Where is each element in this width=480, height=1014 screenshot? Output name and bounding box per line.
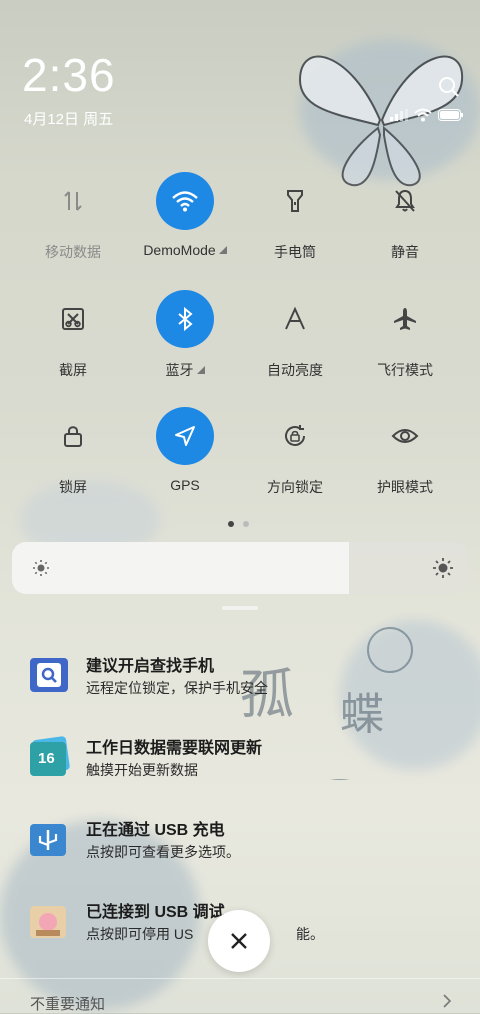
- notification-title: 已连接到 USB 调试: [86, 904, 225, 921]
- tile-lock[interactable]: 锁屏: [18, 407, 128, 497]
- page-dot-active: [228, 521, 234, 527]
- mobile-data-icon: [44, 172, 102, 230]
- status-icons: [390, 108, 464, 122]
- auto-brightness-icon: [266, 290, 324, 348]
- tile-label: 锁屏: [18, 477, 128, 497]
- tile-label-text: DemoMode: [143, 242, 216, 258]
- notification-item[interactable]: 建议开启查找手机远程定位锁定，保护手机安全: [28, 652, 448, 712]
- tile-label-text: 锁屏: [59, 479, 87, 495]
- lock-icon: [44, 407, 102, 465]
- notification-title: 正在通过 USB 充电: [86, 822, 225, 839]
- tile-label-text: 自动亮度: [267, 362, 323, 378]
- page-indicator: [228, 521, 249, 527]
- tile-label: 飞行模式: [350, 360, 460, 380]
- tile-airplane[interactable]: 飞行模式: [350, 290, 460, 380]
- chevron-right-icon: [443, 994, 452, 1008]
- tile-label: 护眼模式: [350, 477, 460, 497]
- brightness-fill: [12, 542, 350, 594]
- signal-icon: [390, 109, 408, 121]
- tile-eye[interactable]: 护眼模式: [350, 407, 460, 497]
- calendar-day-badge: 16: [38, 750, 55, 767]
- gps-icon: [156, 407, 214, 465]
- expand-triangle-icon: [196, 366, 205, 374]
- page-dot: [243, 521, 249, 527]
- notification-body: 点按即可查看更多选项。: [86, 844, 240, 860]
- search-icon: [439, 77, 459, 97]
- notification-body: 远程定位锁定，保护手机安全: [86, 680, 268, 696]
- clock-time: 2:36: [22, 49, 116, 101]
- clear-all-button[interactable]: [208, 910, 270, 972]
- tile-label: 自动亮度: [240, 360, 350, 380]
- drag-handle[interactable]: [222, 606, 258, 610]
- tile-screenshot[interactable]: 截屏: [18, 290, 128, 380]
- wifi-icon: [156, 172, 214, 230]
- unimportant-notifications-label: 不重要通知: [30, 996, 106, 1013]
- tile-label: 移动数据: [18, 242, 128, 262]
- notification-item[interactable]: 16 工作日数据需要联网更新 触摸开始更新数据: [28, 734, 448, 794]
- notification-title: 工作日数据需要联网更新: [86, 740, 263, 757]
- android-app-icon: [28, 900, 72, 942]
- tile-rotation-lock[interactable]: 方向锁定: [240, 407, 350, 497]
- clock-date: 4月12日 周五: [24, 111, 114, 128]
- tile-label-text: 静音: [391, 244, 419, 260]
- close-icon: [231, 933, 247, 949]
- screenshot-icon: [44, 290, 102, 348]
- tile-label: 静音: [350, 242, 460, 262]
- expand-triangle-icon: [218, 246, 227, 254]
- battery-icon: [438, 109, 463, 121]
- tile-label-text: GPS: [170, 477, 200, 493]
- tile-gps[interactable]: GPS: [130, 407, 240, 493]
- tile-label: 方向锁定: [240, 477, 350, 497]
- rotation-lock-icon: [266, 407, 324, 465]
- tile-label-text: 方向锁定: [267, 479, 323, 495]
- tile-label-text: 蓝牙: [165, 362, 194, 378]
- tile-label: DemoMode: [130, 242, 240, 258]
- tile-mobile-data[interactable]: 移动数据: [18, 172, 128, 262]
- brightness-high-icon: [433, 558, 453, 578]
- unimportant-notifications-row[interactable]: 不重要通知: [0, 978, 480, 1014]
- find-phone-app-icon: [28, 654, 72, 696]
- notification-body: 点按即可停用 US: [86, 926, 194, 942]
- flashlight-icon: [266, 172, 324, 230]
- airplane-icon: [376, 290, 434, 348]
- brightness-low-icon: [33, 560, 49, 576]
- notification-body-tail: 能。: [296, 926, 324, 942]
- tile-label: 截屏: [18, 360, 128, 380]
- notification-title: 建议开启查找手机: [86, 658, 215, 675]
- usb-app-icon: [28, 818, 72, 860]
- notification-item[interactable]: 正在通过 USB 充电 点按即可查看更多选项。: [28, 816, 448, 876]
- bluetooth-icon: [156, 290, 214, 348]
- brightness-slider[interactable]: [12, 542, 468, 594]
- tile-auto-brightness[interactable]: 自动亮度: [240, 290, 350, 380]
- tile-label-text: 截屏: [59, 362, 87, 378]
- tile-label: GPS: [130, 477, 240, 493]
- tile-mute[interactable]: 静音: [350, 172, 460, 262]
- tile-bluetooth[interactable]: 蓝牙: [130, 290, 240, 380]
- tile-label: 手电筒: [240, 242, 350, 262]
- tile-label-text: 移动数据: [45, 244, 101, 260]
- eye-icon: [376, 407, 434, 465]
- calendar-app-icon: 16: [28, 736, 72, 778]
- tile-label: 蓝牙: [130, 360, 240, 380]
- tile-wifi[interactable]: DemoMode: [130, 172, 240, 258]
- wifi-status-icon: [414, 108, 432, 122]
- tile-flashlight[interactable]: 手电筒: [240, 172, 350, 262]
- search-button[interactable]: [436, 74, 462, 100]
- notification-body: 触摸开始更新数据: [86, 762, 198, 778]
- mute-icon: [376, 172, 434, 230]
- tile-label-text: 飞行模式: [377, 362, 433, 378]
- tile-label-text: 手电筒: [274, 244, 316, 260]
- tile-label-text: 护眼模式: [377, 479, 433, 495]
